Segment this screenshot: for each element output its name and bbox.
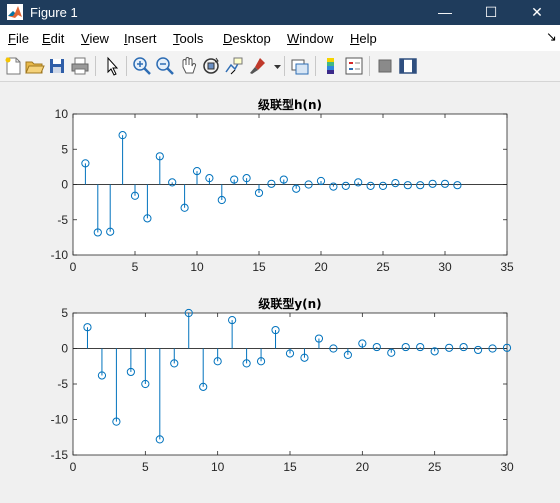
window-title: Figure 1 <box>30 5 78 20</box>
x-tick-label: 5 <box>132 260 139 274</box>
zoom-out-icon[interactable] <box>154 55 176 77</box>
x-tick-label: 10 <box>190 260 204 274</box>
pan-icon[interactable] <box>177 55 199 77</box>
print-icon[interactable] <box>69 55 91 77</box>
minimize-button[interactable]: — <box>422 0 468 25</box>
x-tick-label: 30 <box>500 460 514 474</box>
close-button[interactable]: ✕ <box>514 0 560 25</box>
menu-window[interactable]: Window <box>287 31 333 46</box>
window-title-bar[interactable]: Figure 1 — ☐ ✕ <box>0 0 560 25</box>
plot-area: 0 5 10 15 20 25 30 35 -10 -5 0 5 10 级联型h(n) 0 5 10 15 20 25… <box>51 97 514 474</box>
chart-title: 级联型y(n) <box>258 296 321 311</box>
toolbar-separator <box>369 56 370 76</box>
y-tick-label: -5 <box>57 213 68 227</box>
chart-title: 级联型h(n) <box>258 97 322 112</box>
hide-plot-tools-icon[interactable] <box>374 55 396 77</box>
dock-figure-icon[interactable]: ↘ <box>546 29 557 45</box>
y-tick-label: 10 <box>55 107 69 121</box>
menu-edit[interactable]: Edit <box>42 31 64 46</box>
open-file-icon[interactable] <box>23 55 45 77</box>
toolbar-separator <box>284 56 285 76</box>
axes-box <box>72 312 508 456</box>
y-tick-label: 0 <box>61 178 68 192</box>
axes-1: 0 5 10 15 20 25 30 35 -10 -5 0 5 10 级联型h(n) <box>51 97 514 274</box>
menu-insert[interactable]: Insert <box>124 31 157 46</box>
link-plot-icon[interactable] <box>289 55 311 77</box>
matlab-logo-icon <box>7 4 23 20</box>
axes-2: 0 5 10 15 20 25 30 -15 -10 -5 0 5 级联型y(n) <box>51 296 514 474</box>
toolbar-separator <box>126 56 127 76</box>
save-icon[interactable] <box>46 55 68 77</box>
toolbar-separator <box>315 56 316 76</box>
y-tick-label: 0 <box>61 342 68 356</box>
x-tick-label: 15 <box>283 460 297 474</box>
x-tick-label: 0 <box>70 260 77 274</box>
figure-toolbar <box>0 51 560 82</box>
new-figure-icon[interactable] <box>2 55 24 77</box>
legend-icon[interactable] <box>343 55 365 77</box>
x-tick-label: 20 <box>356 460 370 474</box>
pointer-icon[interactable] <box>101 55 123 77</box>
menu-bar: File Edit View Insert Tools Desktop Wind… <box>0 25 560 51</box>
x-tick-label: 25 <box>428 460 442 474</box>
menu-view[interactable]: View <box>81 31 109 46</box>
colorbar-icon[interactable] <box>320 55 342 77</box>
menu-file[interactable]: File <box>8 31 29 46</box>
y-tick-label: -10 <box>51 248 69 262</box>
menu-tools[interactable]: Tools <box>173 31 203 46</box>
figure-canvas: 0 5 10 15 20 25 30 35 -10 -5 0 5 10 级联型h(n) 0 5 10 15 20 25… <box>0 82 560 503</box>
data-cursor-icon[interactable] <box>223 55 245 77</box>
x-tick-label: 25 <box>376 260 390 274</box>
x-tick-label: 5 <box>142 460 149 474</box>
zoom-in-icon[interactable] <box>131 55 153 77</box>
maximize-button[interactable]: ☐ <box>468 0 514 25</box>
y-tick-label: 5 <box>61 142 68 156</box>
x-tick-label: 15 <box>252 260 266 274</box>
x-tick-label: 35 <box>500 260 514 274</box>
x-tick-label: 30 <box>438 260 452 274</box>
y-tick-label: -5 <box>57 377 68 391</box>
menu-desktop[interactable]: Desktop <box>223 31 271 46</box>
rotate-3d-icon[interactable] <box>200 55 222 77</box>
y-tick-label: -15 <box>51 448 69 462</box>
y-tick-label: -10 <box>51 413 69 427</box>
brush-icon[interactable] <box>246 55 268 77</box>
x-tick-label: 0 <box>70 460 77 474</box>
y-tick-label: 5 <box>61 306 68 320</box>
x-tick-label: 20 <box>314 260 328 274</box>
menu-help[interactable]: Help <box>350 31 377 46</box>
show-plot-tools-icon[interactable] <box>397 55 419 77</box>
brush-dropdown-icon[interactable] <box>267 55 281 77</box>
toolbar-separator <box>95 56 96 76</box>
x-tick-label: 10 <box>211 460 225 474</box>
